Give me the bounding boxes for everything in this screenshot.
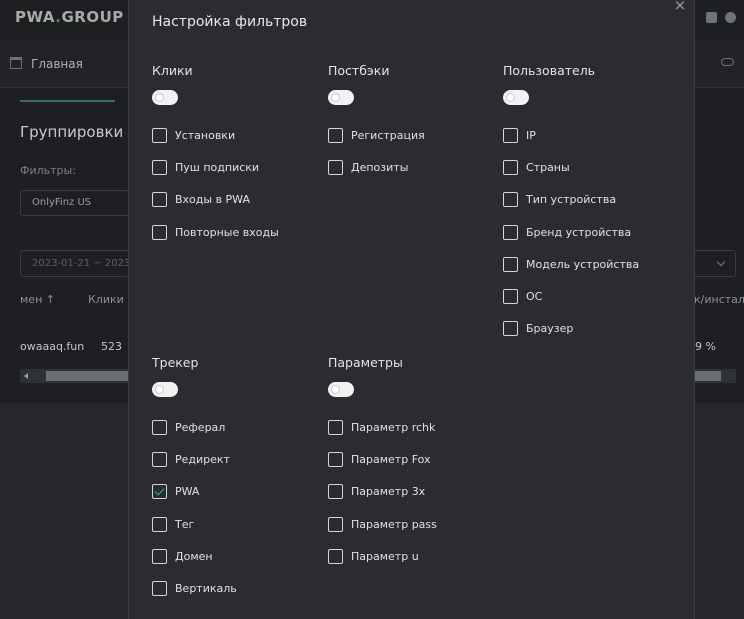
group-title-postbacks: Постбэки <box>328 63 390 78</box>
checkbox[interactable] <box>152 127 167 143</box>
checkbox[interactable] <box>503 127 518 143</box>
close-icon[interactable]: × <box>673 0 687 13</box>
toggle-postbacks[interactable] <box>328 90 354 105</box>
checkbox[interactable] <box>503 159 518 175</box>
checkbox[interactable] <box>328 159 343 175</box>
checkbox-checked[interactable] <box>152 484 167 500</box>
checkbox-item-param-3x[interactable]: Параметр 3x <box>328 476 437 508</box>
date-range-picker[interactable]: 2023-01-21 ~ 2023-02- <box>20 250 130 277</box>
checkbox-item-installs[interactable]: Установки <box>152 119 279 151</box>
app-logo[interactable]: PWA.GROUP <box>15 8 124 26</box>
toggle-params[interactable] <box>328 382 354 397</box>
checkbox-item-registration[interactable]: Регистрация <box>328 119 425 151</box>
toggle-user[interactable] <box>503 90 529 105</box>
checkbox[interactable] <box>152 581 167 597</box>
checkbox-item-param-pass[interactable]: Параметр pass <box>328 508 437 540</box>
checkbox[interactable] <box>503 256 518 272</box>
scrollbar-thumb-right[interactable] <box>694 371 721 381</box>
checkbox[interactable] <box>152 192 167 208</box>
checkbox-item-referral[interactable]: Реферал <box>152 411 237 443</box>
checkbox[interactable] <box>328 516 343 532</box>
modal-title: Настройка фильтров <box>152 14 308 30</box>
toggle-clicks[interactable] <box>152 90 178 105</box>
column-header-domain[interactable]: мен ↑ <box>20 293 55 306</box>
link-icon[interactable] <box>721 58 734 66</box>
checkbox-item-redirect[interactable]: Редирект <box>152 443 237 475</box>
group-title-tracker: Трекер <box>152 355 199 370</box>
checkbox-item-device-type[interactable]: Тип устройства <box>503 184 639 216</box>
cell-clicks: 523 <box>101 340 122 353</box>
cell-domain: owaaaq.fun <box>20 340 85 353</box>
checkbox-item-pwa[interactable]: PWA <box>152 476 237 508</box>
scroll-left-arrow-icon[interactable] <box>24 373 28 379</box>
checkbox-item-param-rchk[interactable]: Параметр rchk <box>328 411 437 443</box>
checkbox[interactable] <box>152 516 167 532</box>
top-icons <box>706 12 736 23</box>
checkbox-item-countries[interactable]: Страны <box>503 151 639 183</box>
group-title-clicks: Клики <box>152 63 193 78</box>
column-header-install-rate[interactable]: к/инстал <box>694 293 744 306</box>
filters-label: Фильтры: <box>20 164 76 177</box>
group-postbacks: Постбэки Регистрация Депозиты <box>328 63 425 184</box>
checkbox-item-tag[interactable]: Тег <box>152 508 237 540</box>
checkbox-item-push-subscriptions[interactable]: Пуш подписки <box>152 151 279 183</box>
checkbox-item-param-fox[interactable]: Параметр Fox <box>328 443 437 475</box>
group-params: Параметры Параметр rchk Параметр Fox Пар… <box>328 355 437 572</box>
checkbox-item-vertical[interactable]: Вертикаль <box>152 572 237 604</box>
checkbox[interactable] <box>503 289 518 305</box>
checkbox-item-param-u[interactable]: Параметр u <box>328 540 437 572</box>
filter-select[interactable]: OnlyFinz US <box>20 190 130 216</box>
checkbox-item-deposits[interactable]: Депозиты <box>328 151 425 183</box>
checkbox-item-pwa-entries[interactable]: Входы в PWA <box>152 184 279 216</box>
checkbox-item-browser[interactable]: Браузер <box>503 313 639 345</box>
checkbox-item-domain[interactable]: Домен <box>152 540 237 572</box>
scrollbar-thumb[interactable] <box>46 371 128 381</box>
checkbox-item-os[interactable]: ОС <box>503 280 639 312</box>
group-title-user: Пользователь <box>503 63 596 78</box>
checkbox[interactable] <box>152 224 167 240</box>
checkbox[interactable] <box>503 224 518 240</box>
checkbox[interactable] <box>152 451 167 467</box>
checkbox-item-ip[interactable]: IP <box>503 119 639 151</box>
nav-item-home[interactable]: Главная <box>31 57 83 71</box>
page-title: Группировки <box>20 123 124 141</box>
cell-rate: 9 % <box>695 340 716 353</box>
date-dropdown-chevron-icon[interactable] <box>694 250 736 277</box>
home-icon <box>10 57 22 69</box>
checkbox[interactable] <box>503 321 518 337</box>
checkbox-item-device-brand[interactable]: Бренд устройства <box>503 216 639 248</box>
group-tracker: Трекер Реферал Редирект PWA Тег Домен Ве… <box>152 355 237 605</box>
checkbox[interactable] <box>328 419 343 435</box>
mail-icon[interactable] <box>706 12 717 23</box>
active-tab-indicator <box>20 100 115 102</box>
group-user: Пользователь IP Страны Тип устройства Бр… <box>503 63 639 345</box>
toggle-tracker[interactable] <box>152 382 178 397</box>
checkbox[interactable] <box>152 548 167 564</box>
checkbox[interactable] <box>152 159 167 175</box>
checkbox[interactable] <box>328 127 343 143</box>
checkbox[interactable] <box>503 192 518 208</box>
horizontal-scrollbar-right[interactable] <box>694 369 736 383</box>
checkbox[interactable] <box>152 419 167 435</box>
checkbox-item-device-model[interactable]: Модель устройства <box>503 248 639 280</box>
checkbox-item-repeat-entries[interactable]: Повторные входы <box>152 216 279 248</box>
group-title-params: Параметры <box>328 355 403 370</box>
group-clicks: Клики Установки Пуш подписки Входы в PWA… <box>152 63 279 248</box>
checkbox[interactable] <box>328 451 343 467</box>
checkbox[interactable] <box>328 484 343 500</box>
horizontal-scrollbar[interactable] <box>20 369 128 383</box>
checkbox[interactable] <box>328 548 343 564</box>
user-avatar-icon[interactable] <box>725 12 736 23</box>
